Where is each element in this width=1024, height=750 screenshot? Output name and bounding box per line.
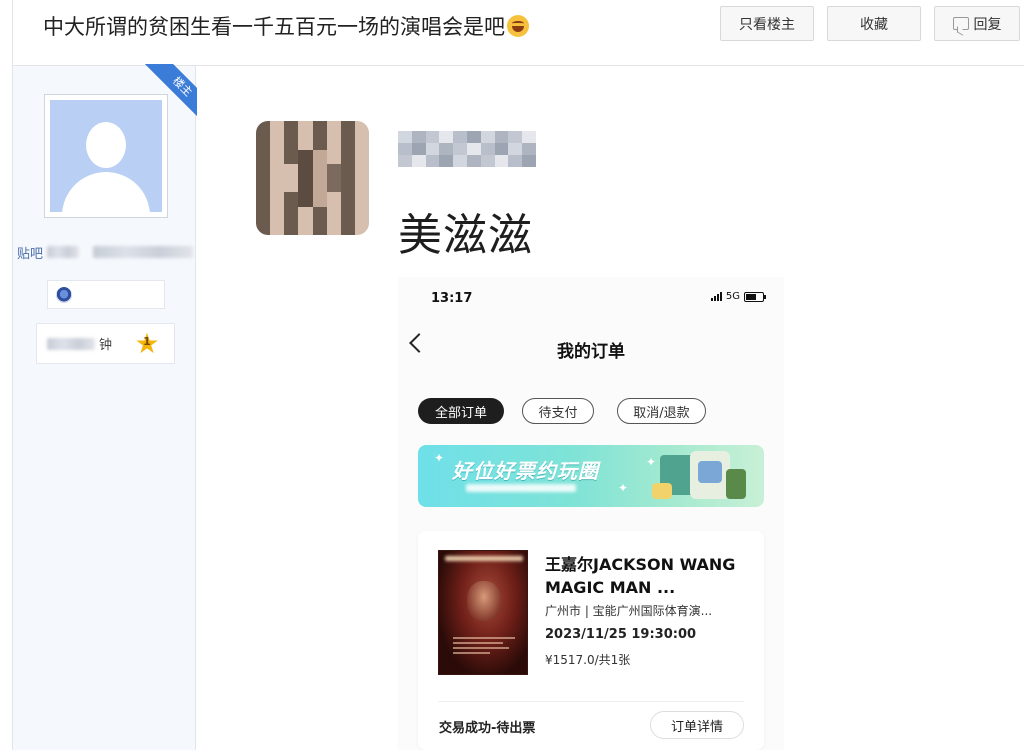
tab-pending-payment: 待支付 <box>522 398 594 424</box>
battery-icon <box>744 291 766 302</box>
username[interactable]: 贴吧 <box>17 244 197 262</box>
level-title: 钟 <box>99 338 113 353</box>
tab-all-orders: 全部订单 <box>418 398 504 424</box>
order-detail-button: 订单详情 <box>650 711 744 739</box>
user-panel: 楼主 贴吧 钟 ★ 1 <box>12 64 197 750</box>
status-icons: 5G <box>710 291 766 302</box>
op-ribbon: 楼主 <box>143 64 197 118</box>
signal-icon <box>710 292 722 301</box>
username-prefix: 贴吧 <box>17 246 44 262</box>
order-status: 交易成功-待出票 <box>439 721 536 736</box>
only-op-button[interactable]: 只看楼主 <box>720 6 814 41</box>
order-screenshot: 13:17 5G 我的订单 全部订单 待支付 取消/退款 ✦ ✦ ✦ 好位好票约… <box>398 277 784 750</box>
concert-poster <box>438 550 528 675</box>
orders-page-title: 我的订单 <box>557 342 625 362</box>
redacted-text <box>47 337 95 350</box>
thread-title: 中大所谓的贫困生看一千五百元一场的演唱会是吧 <box>43 11 529 41</box>
reply-label: 回复 <box>973 16 1002 33</box>
order-card: 王嘉尔JACKSON WANG MAGIC MAN ... 广州市 | 宝能广州… <box>418 531 764 750</box>
sparkle-icon: ✦ <box>434 451 445 465</box>
poster-title-blurred <box>445 554 523 563</box>
reply-icon <box>952 17 969 30</box>
thread-title-text: 中大所谓的贫困生看一千五百元一场的演唱会是吧 <box>43 15 505 39</box>
promo-banner: ✦ ✦ ✦ 好位好票约玩圈 <box>418 445 764 507</box>
banner-title: 好位好票约玩圈 <box>452 459 599 483</box>
post-text: 美滋滋 <box>398 210 533 261</box>
reply-button[interactable]: 回复 <box>934 6 1020 41</box>
grin-sweat-emoji-icon <box>507 15 529 37</box>
favorite-button[interactable]: 收藏 <box>827 6 921 41</box>
only-op-label: 只看楼主 <box>739 16 795 33</box>
medal-icon <box>56 287 72 303</box>
post-author-name-pixelated <box>398 131 536 167</box>
banner-illustration <box>650 447 750 505</box>
concert-venue: 广州市 | 宝能广州国际体育演... <box>545 604 713 618</box>
concert-datetime: 2023/11/25 19:30:00 <box>545 627 697 642</box>
banner-subtitle-blurred <box>466 484 576 495</box>
status-time: 13:17 <box>431 291 473 306</box>
network-type: 5G <box>725 291 740 302</box>
redacted-text <box>47 246 80 258</box>
redacted-text <box>93 246 194 258</box>
tab-cancel-refund: 取消/退款 <box>617 398 706 424</box>
op-badge: 楼主 <box>143 64 197 118</box>
favorite-label: 收藏 <box>860 16 888 33</box>
divider <box>438 701 744 702</box>
thread-header: 中大所谓的贫困生看一千五百元一场的演唱会是吧 只看楼主 收藏 回复 <box>12 0 1024 66</box>
post-author-avatar-pixelated <box>256 121 369 235</box>
sparkle-icon: ✦ <box>618 481 629 495</box>
member-medal[interactable] <box>47 280 165 309</box>
user-level[interactable]: 钟 ★ 1 <box>36 323 175 364</box>
concert-name: 王嘉尔JACKSON WANG MAGIC MAN ... <box>545 555 736 597</box>
level-number: 1 <box>143 335 151 348</box>
order-price: ¥1517.0/共1张 <box>545 653 631 667</box>
